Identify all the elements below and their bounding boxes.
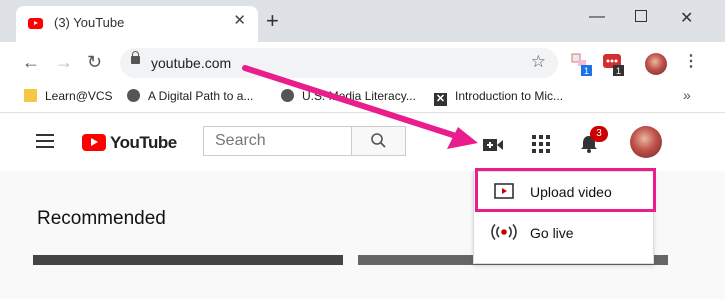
url-text: youtube.com: [151, 55, 232, 71]
youtube-logo-text[interactable]: YouTube: [110, 133, 177, 153]
bookmark-item[interactable]: U.S. Media Literacy...: [281, 89, 416, 103]
go-live-icon: [491, 224, 517, 240]
youtube-header: YouTube: [0, 113, 725, 171]
tab-strip: (3) YouTube ✕ + — ✕: [0, 0, 725, 42]
bookmark-item[interactable]: Learn@VCS: [24, 89, 113, 103]
globe-icon: [127, 89, 140, 102]
globe-icon: [281, 89, 294, 102]
highlight-box: [475, 168, 656, 212]
video-thumbnail[interactable]: [33, 255, 343, 265]
address-bar[interactable]: youtube.com ☆: [120, 48, 558, 78]
search-button[interactable]: [351, 126, 406, 156]
chrome-menu-icon[interactable]: ⋮: [683, 54, 699, 70]
search-box: [203, 126, 351, 156]
search-input[interactable]: [213, 127, 337, 155]
browser-tab[interactable]: (3) YouTube ✕: [16, 6, 258, 42]
go-live-menu-item[interactable]: Go live: [474, 213, 653, 253]
section-title: Recommended: [37, 208, 166, 229]
minimize-icon[interactable]: —: [589, 8, 605, 26]
close-icon[interactable]: ✕: [680, 8, 693, 28]
apps-grid-icon[interactable]: [532, 135, 550, 153]
notifications-badge: 3: [590, 126, 608, 142]
new-tab-button[interactable]: +: [266, 10, 279, 32]
lock-icon: [131, 51, 140, 64]
bookmark-label: Learn@VCS: [45, 89, 113, 103]
search-icon: [371, 133, 386, 148]
back-icon[interactable]: ←: [22, 52, 40, 73]
bookmark-label: U.S. Media Literacy...: [302, 89, 416, 103]
extension-red-icon[interactable]: 1: [602, 52, 626, 78]
bookmark-label: A Digital Path to a...: [148, 89, 254, 103]
close-tab-icon[interactable]: ✕: [233, 11, 246, 29]
x-icon: ✕: [434, 93, 447, 106]
folder-icon: [24, 89, 37, 102]
youtube-favicon-icon: [28, 18, 43, 29]
more-bookmarks-icon[interactable]: »: [683, 87, 691, 103]
profile-avatar[interactable]: [645, 53, 667, 75]
forward-icon[interactable]: →: [55, 52, 73, 73]
bookmark-item[interactable]: ✕ Introduction to Mic...: [434, 89, 563, 106]
bookmarks-bar: Learn@VCS A Digital Path to a... U.S. Me…: [0, 82, 725, 113]
account-avatar[interactable]: [630, 126, 662, 158]
extension-badge: 1: [616, 66, 621, 76]
reload-icon[interactable]: ↻: [87, 52, 102, 73]
menu-item-label: Go live: [530, 225, 574, 241]
bookmark-item[interactable]: A Digital Path to a...: [127, 89, 253, 103]
tab-title: (3) YouTube: [54, 15, 125, 30]
maximize-icon[interactable]: [635, 10, 647, 22]
bookmark-star-icon[interactable]: ☆: [531, 52, 546, 72]
extension-icon[interactable]: 1: [570, 52, 594, 78]
youtube-logo-icon[interactable]: [82, 134, 106, 151]
bookmark-label: Introduction to Mic...: [455, 89, 564, 103]
create-video-icon[interactable]: [482, 137, 504, 153]
hamburger-menu-icon[interactable]: [36, 134, 54, 152]
extension-badge: 1: [584, 66, 589, 76]
